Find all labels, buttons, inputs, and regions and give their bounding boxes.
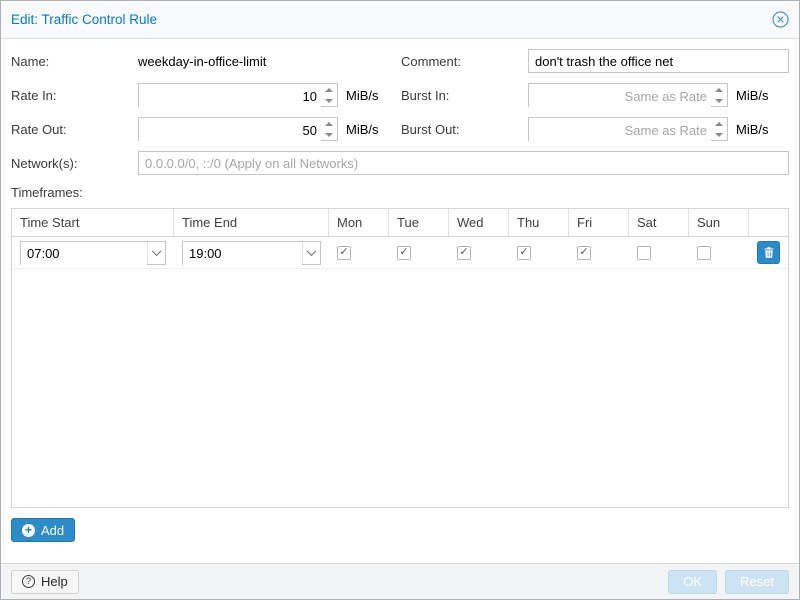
column-header-tue[interactable]: Tue (389, 209, 449, 236)
burst-out-spinner-up-icon[interactable] (711, 118, 727, 129)
burst-out-input[interactable] (529, 118, 711, 142)
rate-out-field[interactable] (138, 117, 338, 141)
burst-in-spinner-down-icon[interactable] (711, 95, 727, 106)
timeframe-row (12, 237, 788, 269)
help-button-label: Help (41, 574, 68, 589)
checkbox-thu[interactable] (517, 246, 531, 260)
column-header-thu[interactable]: Thu (509, 209, 569, 236)
rate-in-field[interactable] (138, 83, 338, 107)
rate-in-spinner-down-icon[interactable] (321, 95, 337, 106)
checkbox-wed[interactable] (457, 246, 471, 260)
ok-button[interactable]: OK (668, 570, 717, 594)
chevron-down-icon[interactable] (147, 242, 165, 264)
column-header-actions (749, 209, 788, 236)
comment-input[interactable] (528, 49, 789, 73)
burst-in-spinner-up-icon[interactable] (711, 84, 727, 95)
column-header-mon[interactable]: Mon (329, 209, 389, 236)
column-header-sat[interactable]: Sat (629, 209, 689, 236)
delete-row-button[interactable] (757, 241, 780, 264)
timeframes-empty-area (12, 269, 788, 507)
burst-out-unit: MiB/s (736, 122, 769, 137)
reset-button[interactable]: Reset (725, 570, 789, 594)
time-start-combo[interactable] (20, 241, 166, 265)
dialog-title: Edit: Traffic Control Rule (11, 12, 157, 27)
rate-out-label: Rate Out: (11, 122, 138, 137)
add-button-label: Add (41, 523, 64, 538)
rate-out-unit: MiB/s (346, 122, 379, 137)
burst-in-input[interactable] (529, 84, 711, 108)
burst-out-field[interactable] (528, 117, 728, 141)
help-button[interactable]: Help (11, 570, 79, 594)
titlebar: Edit: Traffic Control Rule (1, 1, 799, 39)
time-start-input[interactable] (21, 242, 147, 266)
networks-input[interactable] (138, 151, 789, 175)
rate-in-input[interactable] (139, 84, 321, 108)
burst-out-label: Burst Out: (401, 122, 528, 137)
column-header-sun[interactable]: Sun (689, 209, 749, 236)
close-icon[interactable] (771, 11, 789, 29)
checkbox-tue[interactable] (397, 246, 411, 260)
burst-in-label: Burst In: (401, 88, 528, 103)
name-label: Name: (11, 54, 138, 69)
checkbox-mon[interactable] (337, 246, 351, 260)
question-circle-icon (22, 575, 35, 588)
rate-out-input[interactable] (139, 118, 321, 142)
column-header-wed[interactable]: Wed (449, 209, 509, 236)
time-end-combo[interactable] (182, 241, 321, 265)
plus-circle-icon (22, 524, 35, 537)
dialog-body: Name: weekday-in-office-limit Comment: R… (1, 39, 799, 563)
burst-out-spinner-down-icon[interactable] (711, 129, 727, 140)
checkbox-sat[interactable] (637, 246, 651, 260)
column-header-time-start[interactable]: Time Start (12, 209, 174, 236)
rate-in-unit: MiB/s (346, 88, 379, 103)
chevron-down-icon[interactable] (302, 242, 320, 264)
dialog-edit-traffic-control-rule: Edit: Traffic Control Rule Name: weekday… (0, 0, 800, 600)
column-header-fri[interactable]: Fri (569, 209, 629, 236)
name-value: weekday-in-office-limit (138, 54, 266, 69)
rate-out-spinner-down-icon[interactable] (321, 129, 337, 140)
burst-in-field[interactable] (528, 83, 728, 107)
burst-in-unit: MiB/s (736, 88, 769, 103)
rate-out-spinner-up-icon[interactable] (321, 118, 337, 129)
timeframes-label: Timeframes: (11, 185, 789, 200)
time-end-input[interactable] (183, 242, 302, 266)
timeframes-grid: Time Start Time End Mon Tue Wed Thu Fri … (11, 208, 789, 508)
rate-in-spinner-up-icon[interactable] (321, 84, 337, 95)
column-header-time-end[interactable]: Time End (174, 209, 329, 236)
trash-icon (763, 246, 775, 259)
dialog-footer: Help OK Reset (1, 563, 799, 599)
comment-label: Comment: (401, 54, 528, 69)
timeframes-grid-header: Time Start Time End Mon Tue Wed Thu Fri … (12, 209, 788, 237)
rate-in-label: Rate In: (11, 88, 138, 103)
networks-label: Network(s): (11, 156, 138, 171)
checkbox-fri[interactable] (577, 246, 591, 260)
add-button[interactable]: Add (11, 518, 75, 542)
checkbox-sun[interactable] (697, 246, 711, 260)
